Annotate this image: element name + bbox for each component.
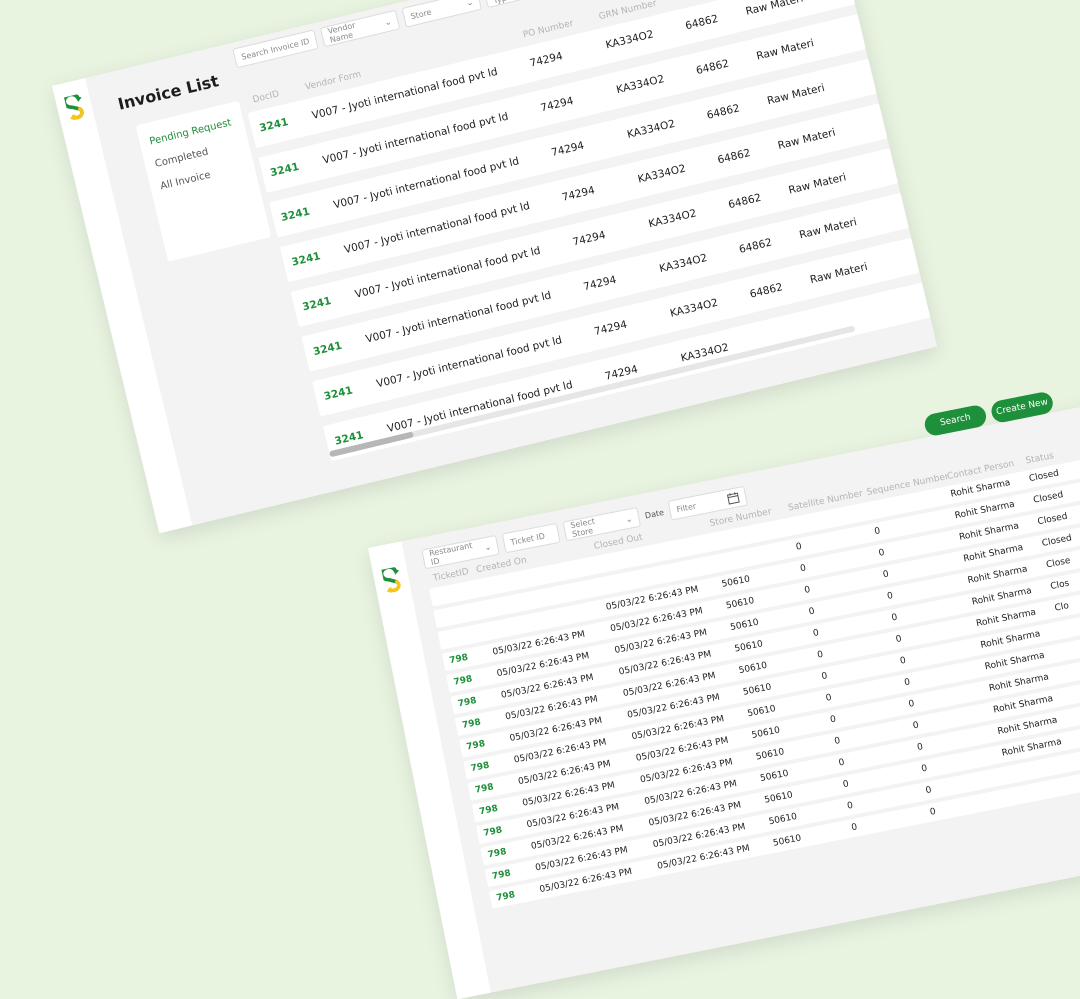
po-number-cell: 74294 xyxy=(550,129,629,159)
type-cell: Raw Materi xyxy=(787,160,895,197)
page-title: Invoice List xyxy=(116,71,221,114)
search-button[interactable]: Search xyxy=(923,404,988,438)
ticket-list-screen: Search Create New Restaurant ID ⌄ Ticket… xyxy=(368,393,1080,999)
grn-number-cell: KA334O2 xyxy=(647,200,730,231)
grn-number-cell: KA334O2 xyxy=(626,110,709,141)
status-cell: Closed xyxy=(1037,506,1080,527)
chevron-down-icon: ⌄ xyxy=(465,0,474,7)
create-new-button[interactable]: Create New xyxy=(990,390,1055,424)
chevron-down-icon: ⌄ xyxy=(384,17,393,27)
brand-logo-icon[interactable] xyxy=(64,93,88,122)
type-cell: Raw Materi xyxy=(777,115,885,152)
ticket-id-link[interactable]: 798 xyxy=(456,713,507,733)
doc-id-link[interactable]: 3241 xyxy=(293,290,352,315)
amount-cell: 64862 xyxy=(738,230,801,256)
doc-id-link[interactable]: 3241 xyxy=(304,335,363,360)
invoice-list-screen: Invoice List Search Invoice ID Vendor Na… xyxy=(52,0,937,533)
po-number-cell: 74294 xyxy=(572,219,651,249)
date-label: Date xyxy=(644,507,665,520)
main-content: Search Create New Restaurant ID ⌄ Ticket… xyxy=(401,393,1080,993)
search-invoice-input[interactable]: Search Invoice ID xyxy=(232,29,318,68)
amount-cell: 64862 xyxy=(749,275,812,301)
status-cell: Closed xyxy=(1041,527,1080,548)
grn-number-cell: KA334O2 xyxy=(658,244,741,275)
ticket-id-link[interactable]: 798 xyxy=(468,777,519,797)
status-cell: Clos xyxy=(1050,571,1080,592)
store-select[interactable]: Store ⌄ xyxy=(402,0,483,28)
type-cell xyxy=(821,300,926,325)
grn-number-cell: KA334O2 xyxy=(615,65,698,96)
ticket-id-link[interactable]: 798 xyxy=(451,691,502,711)
contact-person-cell xyxy=(1011,781,1080,797)
doc-id-link[interactable]: 3241 xyxy=(315,380,374,405)
ticket-id-link[interactable]: 798 xyxy=(485,864,536,884)
status-cell xyxy=(1068,662,1080,674)
store-number-cell xyxy=(713,526,791,542)
ticket-id-input[interactable]: Ticket ID xyxy=(502,523,561,553)
status-cell: Close xyxy=(1045,549,1080,570)
contact-person-cell xyxy=(1006,760,1080,776)
ticket-id-link[interactable]: 798 xyxy=(464,756,515,776)
amount-cell: 64862 xyxy=(727,185,790,211)
satellite-number-cell xyxy=(792,511,870,527)
po-number-cell: 74294 xyxy=(539,84,618,114)
calendar-icon[interactable] xyxy=(726,491,740,505)
brand-logo-icon[interactable] xyxy=(381,566,404,595)
type-cell: Raw Materi xyxy=(766,70,874,107)
main-content: Invoice List Search Invoice ID Vendor Na… xyxy=(85,0,937,525)
ticket-id-link[interactable]: 798 xyxy=(473,799,524,819)
po-number-cell: 74294 xyxy=(593,308,672,338)
type-cell: Raw Materi xyxy=(798,205,906,242)
status-cell xyxy=(1059,619,1080,631)
vendor-name-select[interactable]: Vendor Name ⌄ xyxy=(320,10,401,48)
sequence-number-cell xyxy=(870,495,950,511)
ticket-id-link[interactable] xyxy=(439,631,488,641)
ticket-id-link[interactable]: 798 xyxy=(447,669,498,689)
amount-cell: 64862 xyxy=(695,51,758,77)
amount-cell: 64862 xyxy=(706,96,769,122)
status-cell xyxy=(1063,640,1080,652)
doc-id-link[interactable]: 3241 xyxy=(251,111,310,136)
amount-cell: 64862 xyxy=(684,6,747,32)
chevron-down-icon: ⌄ xyxy=(484,542,492,552)
ticket-id-link[interactable]: 798 xyxy=(477,821,528,841)
grn-number-cell: KA334O2 xyxy=(604,21,687,52)
po-number-cell: 74294 xyxy=(529,40,608,70)
ticket-id-link[interactable]: 798 xyxy=(490,885,541,905)
po-number-cell: 74294 xyxy=(561,174,640,204)
chevron-down-icon: ⌄ xyxy=(625,514,633,524)
po-number-cell: 74294 xyxy=(582,263,661,293)
status-cell xyxy=(1076,705,1080,717)
amount-cell: 64862 xyxy=(716,140,779,166)
grn-number-cell: KA334O2 xyxy=(669,289,752,320)
grn-number-cell: KA334O2 xyxy=(637,155,720,186)
type-cell: Raw Materi xyxy=(755,26,863,63)
status-cell: Clo xyxy=(1054,592,1080,613)
type-cell: Raw Materi xyxy=(744,0,852,18)
status-cell xyxy=(1072,683,1080,695)
ticket-id-link[interactable] xyxy=(435,610,484,620)
ticket-id-link[interactable]: 798 xyxy=(443,648,494,668)
doc-id-link[interactable]: 3241 xyxy=(272,201,331,226)
doc-id-link[interactable]: 3241 xyxy=(283,245,342,270)
ticket-id-link[interactable]: 798 xyxy=(460,734,511,754)
store-number-cell xyxy=(718,548,796,564)
type-cell: Raw Materi xyxy=(809,249,917,286)
doc-id-link[interactable]: 3241 xyxy=(261,156,320,181)
status-cell: Closed xyxy=(1033,484,1080,505)
status-cell: Closed xyxy=(1028,463,1080,484)
ticket-id-link[interactable]: 798 xyxy=(481,842,532,862)
invoice-table-body: 3241V007 - Jyoti international food pvt … xyxy=(248,0,933,471)
invoice-type-select[interactable]: Invoice Type ⌄ xyxy=(483,0,564,8)
ticket-id-link[interactable] xyxy=(431,588,480,598)
